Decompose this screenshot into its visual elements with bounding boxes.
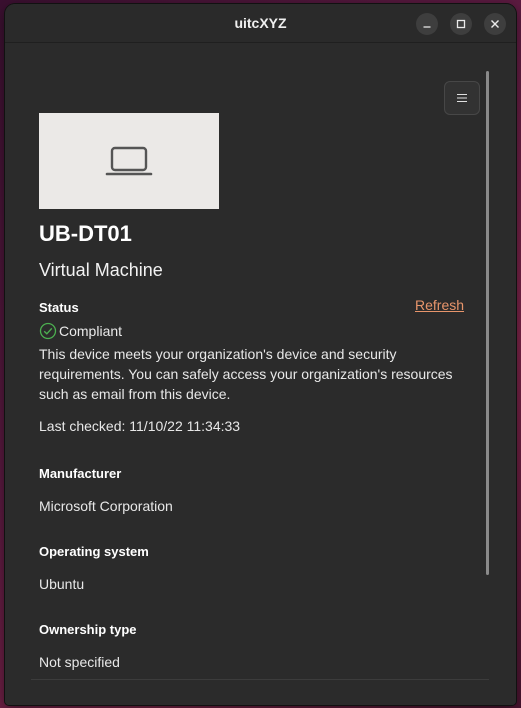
vertical-scrollbar[interactable] <box>486 71 489 575</box>
status-label: Status <box>39 300 79 315</box>
manufacturer-value: Microsoft Corporation <box>39 498 173 514</box>
device-name: UB-DT01 <box>39 221 132 246</box>
maximize-button[interactable] <box>450 13 472 35</box>
device-model: Virtual Machine <box>39 260 163 280</box>
ownership-type-value: Not specified <box>39 654 120 670</box>
compliance-status: Compliant <box>39 322 122 340</box>
minimize-button[interactable] <box>416 13 438 35</box>
window-title: uitcXYZ <box>234 15 287 31</box>
device-image <box>39 113 219 209</box>
compliance-description: This device meets your organization's de… <box>39 346 453 402</box>
last-checked: Last checked: 11/10/22 11:34:33 <box>39 418 241 434</box>
app-window: uitcXYZ UB-DT01 Virtual Machine Status R… <box>5 4 516 705</box>
refresh-link[interactable]: Refresh <box>415 297 464 313</box>
device-details-panel: UB-DT01 Virtual Machine Status Refresh C… <box>5 43 516 705</box>
operating-system-label: Operating system <box>39 544 149 559</box>
laptop-icon <box>105 146 153 176</box>
operating-system-value: Ubuntu <box>39 576 85 592</box>
minimize-icon <box>423 26 431 28</box>
divider <box>31 679 489 680</box>
close-button[interactable] <box>484 13 506 35</box>
manufacturer-label: Manufacturer <box>39 466 122 481</box>
hamburger-menu-icon <box>457 93 467 103</box>
maximize-icon <box>456 19 466 29</box>
title-bar[interactable]: uitcXYZ <box>5 4 516 43</box>
check-circle-icon <box>39 322 57 340</box>
close-icon <box>491 20 499 28</box>
menu-button[interactable] <box>444 81 480 115</box>
compliance-state: Compliant <box>59 323 123 339</box>
ownership-type-label: Ownership type <box>39 622 137 637</box>
